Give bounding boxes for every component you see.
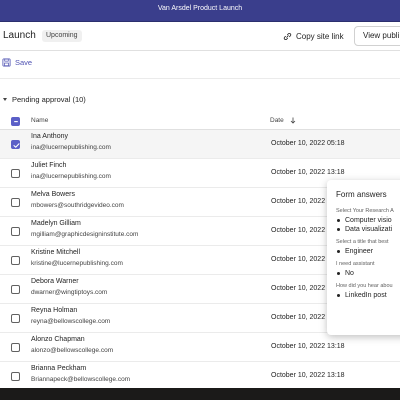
status-badge: Upcoming bbox=[42, 30, 82, 42]
answer-item: Data visualizati bbox=[336, 226, 400, 233]
arrow-down-icon bbox=[290, 117, 296, 124]
table-header: Name Date bbox=[0, 113, 400, 130]
row-checkbox[interactable] bbox=[11, 169, 20, 178]
row-name: Juliet Finch bbox=[31, 162, 67, 169]
pending-approval-group-toggle[interactable]: Pending approval (10) bbox=[3, 95, 86, 104]
page-header: Launch Upcoming Copy site link View publ… bbox=[0, 22, 400, 50]
table-row[interactable]: Alonzo Chapman alonzo@bellowscollege.com O… bbox=[0, 333, 400, 362]
table-row[interactable]: Brianna Peckham Briannapeck@bellowscolleg… bbox=[0, 362, 400, 388]
row-email: reyna@bellowscollege.com bbox=[31, 318, 111, 325]
toolbar-divider bbox=[0, 78, 400, 79]
answer-text: No bbox=[345, 270, 354, 277]
question-text: Select a title that best bbox=[336, 239, 389, 245]
header-divider bbox=[0, 50, 400, 51]
page-title: Launch bbox=[3, 30, 36, 41]
question-block: How did you hear abou LinkedIn post bbox=[336, 283, 400, 299]
row-name: Debora Warner bbox=[31, 278, 79, 285]
row-date: October 10, 2022 13:18 bbox=[271, 343, 345, 350]
row-checkbox[interactable] bbox=[11, 140, 20, 149]
answer-text: LinkedIn post bbox=[345, 292, 387, 299]
row-checkbox[interactable] bbox=[11, 198, 20, 207]
view-published-button[interactable]: View publi bbox=[354, 26, 400, 46]
row-checkbox[interactable] bbox=[11, 314, 20, 323]
bullet-icon bbox=[337, 294, 340, 297]
row-checkbox[interactable] bbox=[11, 343, 20, 352]
checkmark-icon bbox=[13, 143, 20, 148]
row-email: ina@lucernepublishing.com bbox=[31, 144, 111, 151]
row-email: Briannapeck@bellowscollege.com bbox=[31, 376, 131, 383]
row-name: Kristine Mitchell bbox=[31, 249, 81, 256]
form-answers-title: Form answers bbox=[336, 190, 387, 199]
save-label: Save bbox=[15, 57, 33, 67]
row-name: Alonzo Chapman bbox=[31, 336, 85, 343]
question-block: I need assistant No bbox=[336, 261, 400, 277]
row-date: October 10, 2022 05:18 bbox=[271, 140, 345, 147]
row-email: dwarner@wingtiptoys.com bbox=[31, 289, 108, 296]
row-checkbox[interactable] bbox=[11, 372, 20, 381]
minus-icon bbox=[14, 121, 18, 123]
form-answers-panel: Form answers Select Your Research A Compu… bbox=[327, 180, 400, 335]
question-text: How did you hear abou bbox=[336, 283, 393, 289]
column-header-date[interactable]: Date bbox=[270, 117, 296, 124]
row-checkbox[interactable] bbox=[11, 256, 20, 265]
window-titlebar: Van Arsdel Product Launch bbox=[0, 0, 400, 22]
chevron-down-icon bbox=[3, 98, 7, 101]
row-email: mbowers@southridgevideo.com bbox=[31, 202, 124, 209]
column-header-name[interactable]: Name bbox=[31, 117, 48, 124]
row-email: kristine@lucernepublishing.com bbox=[31, 260, 123, 267]
answer-item: LinkedIn post bbox=[336, 292, 400, 299]
bullet-icon bbox=[337, 219, 340, 222]
link-icon bbox=[283, 32, 292, 40]
column-header-date-label: Date bbox=[270, 117, 284, 124]
copy-site-link-button[interactable]: Copy site link bbox=[283, 29, 344, 43]
bullet-icon bbox=[337, 250, 340, 253]
save-icon bbox=[2, 57, 11, 67]
row-email: alonzo@bellowscollege.com bbox=[31, 347, 114, 354]
answer-item: Engineer bbox=[336, 248, 400, 255]
window-title: Van Arsdel Product Launch bbox=[157, 5, 243, 12]
row-date: October 10, 2022 13:18 bbox=[271, 169, 345, 176]
answer-text: Computer visio bbox=[345, 217, 392, 224]
question-text: Select Your Research A bbox=[336, 208, 394, 214]
taskbar bbox=[0, 388, 400, 400]
row-checkbox[interactable] bbox=[11, 285, 20, 294]
question-block: Select Your Research A Computer visio Data… bbox=[336, 208, 400, 233]
save-button[interactable]: Save bbox=[2, 58, 32, 67]
answer-text: Engineer bbox=[345, 248, 374, 255]
row-name: Madelyn Gilliam bbox=[31, 220, 81, 227]
answer-text: Data visualizati bbox=[345, 226, 393, 233]
row-email: mgilliam@graphicdesigninstitute.com bbox=[31, 231, 139, 238]
group-label: Pending approval (10) bbox=[12, 95, 86, 104]
row-checkbox[interactable] bbox=[11, 227, 20, 236]
row-name: Reyna Holman bbox=[31, 307, 78, 314]
row-name: Brianna Peckham bbox=[31, 365, 87, 372]
copy-site-link-label: Copy site link bbox=[296, 31, 344, 41]
answer-item: Computer visio bbox=[336, 217, 400, 224]
bullet-icon bbox=[337, 272, 340, 275]
question-block: Select a title that best Engineer bbox=[336, 239, 400, 255]
row-date: October 10, 2022 13:18 bbox=[271, 372, 345, 379]
row-email: ina@lucernepublishing.com bbox=[31, 173, 111, 180]
select-all-checkbox[interactable] bbox=[11, 117, 20, 126]
row-name: Ina Anthony bbox=[31, 133, 68, 140]
question-text: I need assistant bbox=[336, 261, 375, 267]
bullet-icon bbox=[337, 228, 340, 231]
answer-item: No bbox=[336, 270, 400, 277]
row-name: Melva Bowers bbox=[31, 191, 75, 198]
table-row[interactable]: Ina Anthony ina@lucernepublishing.com Octo… bbox=[0, 130, 400, 159]
toolbar: Save bbox=[0, 55, 32, 69]
app-window: Launch Upcoming Copy site link View publ… bbox=[0, 22, 400, 388]
form-answers-list: Select Your Research A Computer visio Data… bbox=[336, 208, 400, 305]
